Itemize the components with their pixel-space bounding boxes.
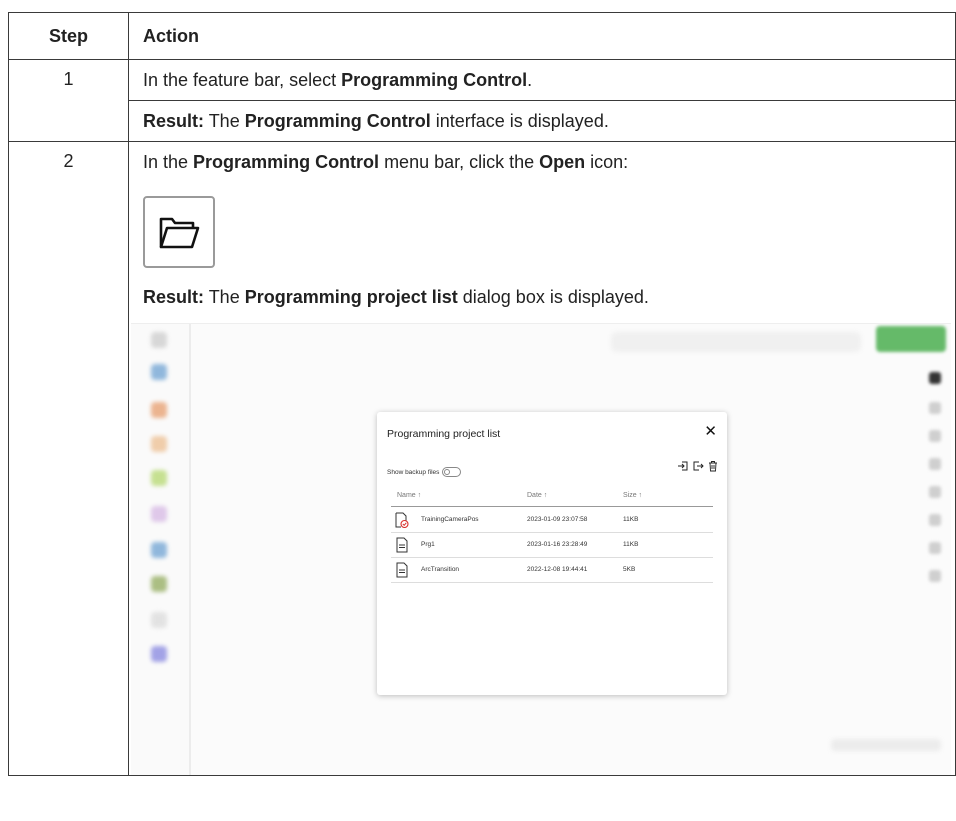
show-backup-toggle[interactable]: Show backup files <box>387 467 462 477</box>
show-backup-label: Show backup files <box>387 468 440 476</box>
dialog-title: Programming project list <box>387 428 501 440</box>
col-date-header[interactable]: Date ↑ <box>527 492 547 499</box>
trash-icon[interactable] <box>707 460 719 472</box>
table-row[interactable]: TrainingCameraPos 2023-01-09 23:07:58 11… <box>391 508 713 533</box>
file-date: 2022-12-08 19:44:41 <box>527 566 588 573</box>
step-number: 2 <box>8 141 129 776</box>
action-cell: In the Programming Control menu bar, cli… <box>128 141 956 776</box>
rail-icon <box>151 364 167 380</box>
open-folder-icon <box>143 196 215 268</box>
instruction-text: In the feature bar, select Programming C… <box>143 70 533 90</box>
rail-icon <box>151 576 167 592</box>
result-text: Result: The Programming Control interfac… <box>143 111 609 131</box>
folder-icon <box>159 217 200 249</box>
table-row[interactable]: Prg1 2023-01-16 23:28:49 11KB <box>391 533 713 558</box>
toolbar-blurred <box>611 332 861 352</box>
rail-back-icon <box>151 332 167 348</box>
right-rail-icon <box>929 486 941 498</box>
right-rail-icon <box>929 570 941 582</box>
header-action: Action <box>128 12 956 60</box>
col-size-header[interactable]: Size ↑ <box>623 492 642 499</box>
right-rail-icon <box>929 402 941 414</box>
header-step: Step <box>8 12 129 60</box>
rail-icon <box>151 470 167 486</box>
step-number: 1 <box>8 59 129 142</box>
right-rail-icon <box>929 458 941 470</box>
rail-icon <box>151 506 167 522</box>
right-rail-icon <box>929 372 941 384</box>
right-rail-icon <box>929 542 941 554</box>
rail-icon <box>151 542 167 558</box>
action-cell: In the feature bar, select Programming C… <box>128 59 956 142</box>
col-name-header[interactable]: Name ↑ <box>397 492 421 499</box>
project-list-dialog: Programming project list ✕ Show backup f… <box>377 412 727 695</box>
table-row: 2 In the Programming Control menu bar, c… <box>8 141 956 776</box>
green-action-button <box>876 326 946 352</box>
bottom-controls-blurred <box>831 739 941 751</box>
dialog-actions <box>677 460 719 472</box>
result-text: Result: The Programming project list dia… <box>143 287 649 307</box>
instruction-text: In the Programming Control menu bar, cli… <box>143 152 629 172</box>
close-icon[interactable]: ✕ <box>704 422 717 440</box>
table-row[interactable]: ArcTransition 2022-12-08 19:44:41 5KB <box>391 558 713 583</box>
file-icon <box>396 537 408 553</box>
table-row: 1 In the feature bar, select Programming… <box>8 59 956 142</box>
file-size: 11KB <box>623 516 639 523</box>
file-date: 2023-01-09 23:07:58 <box>527 516 588 523</box>
table-header-row: Step Action <box>8 12 956 60</box>
file-name: Prg1 <box>421 541 435 548</box>
file-date: 2023-01-16 23:28:49 <box>527 541 588 548</box>
rail-icon <box>151 646 167 662</box>
export-icon[interactable] <box>692 460 704 472</box>
header-divider <box>391 506 713 507</box>
left-rail <box>131 324 191 775</box>
rail-icon <box>151 436 167 452</box>
file-checked-icon <box>395 512 409 528</box>
steps-table: Step Action 1 In the feature bar, select… <box>8 12 956 776</box>
file-name: ArcTransition <box>421 566 460 573</box>
rail-icon <box>151 402 167 418</box>
file-name: TrainingCameraPos <box>421 516 479 523</box>
dialog-screenshot: Programming project list ✕ Show backup f… <box>131 323 951 775</box>
right-rail-icon <box>929 514 941 526</box>
file-icon <box>396 562 408 578</box>
rail-icon <box>151 612 167 628</box>
file-size: 11KB <box>623 541 639 548</box>
toggle-switch[interactable] <box>442 467 462 477</box>
file-size: 5KB <box>623 566 636 573</box>
import-icon[interactable] <box>677 460 689 472</box>
right-rail-icon <box>929 430 941 442</box>
